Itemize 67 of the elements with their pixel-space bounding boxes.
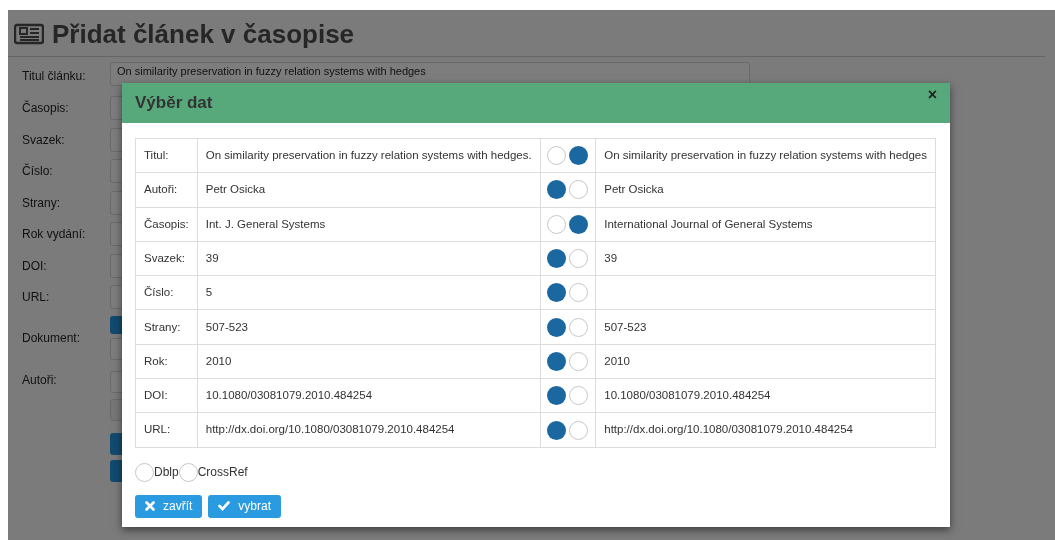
radio-button[interactable] xyxy=(547,420,567,440)
table-cell: On similarity preservation in fuzzy relation systems with hedges. xyxy=(197,138,541,173)
table-cell: Titul: xyxy=(135,138,198,173)
newspaper-icon xyxy=(14,23,44,45)
table-cell: On similarity preservation in fuzzy relation systems with hedges xyxy=(595,138,936,173)
field-label: Strany: xyxy=(22,194,61,212)
radio-button[interactable] xyxy=(547,180,567,200)
table-cell: 10.1080/03081079.2010.484254 xyxy=(595,378,936,413)
radio-label: Dblp xyxy=(154,464,179,482)
table-cell: Petr Osicka xyxy=(197,172,541,208)
field-label: Číslo: xyxy=(22,162,54,181)
table-cell: 39 xyxy=(595,241,936,276)
checkmark-icon xyxy=(218,501,231,512)
field-label: Časopis: xyxy=(22,99,70,118)
radio-button[interactable] xyxy=(547,146,567,166)
radio-button[interactable] xyxy=(569,283,589,303)
field-label: URL: xyxy=(22,289,51,307)
close-button[interactable]: × xyxy=(927,87,937,103)
radio-button[interactable] xyxy=(547,386,567,406)
dialog-title: Výběr dat xyxy=(135,92,213,115)
table-cell: Časopis: xyxy=(135,207,198,242)
table-cell: Int. J. General Systems xyxy=(197,207,541,242)
radio-button[interactable] xyxy=(569,317,589,337)
radio-label: CrossRef xyxy=(197,464,248,482)
table-cell: http://dx.doi.org/10.1080/03081079.2010.484254 xyxy=(595,412,936,448)
table-cell: http://dx.doi.org/10.1080/03081079.2010.484254 xyxy=(197,412,541,448)
table-cell: 39 xyxy=(197,241,541,276)
field-label: Dokument: xyxy=(22,330,82,347)
close-icon xyxy=(145,501,155,512)
table-cell: 507-523 xyxy=(197,310,541,345)
radio-button[interactable] xyxy=(569,386,589,406)
table-cell: Autoři: xyxy=(135,172,198,208)
table-cell: Číslo: xyxy=(135,275,198,310)
table-cell: 2010 xyxy=(595,344,936,379)
field-label: Rok vydání: xyxy=(22,226,87,244)
radio-button[interactable] xyxy=(547,214,567,234)
radio-button[interactable] xyxy=(569,214,589,234)
input-field[interactable]: On similarity preservation in fuzzy relation systems with hedges xyxy=(110,62,750,86)
table-cell: 507-523 xyxy=(595,310,936,345)
page-title: Přidat článek v časopise xyxy=(52,18,355,50)
table-cell: Svazek: xyxy=(135,241,198,276)
table-cell: DOI: xyxy=(135,378,198,413)
table-cell: International Journal of General Systems xyxy=(595,207,936,242)
radio-button[interactable] xyxy=(135,462,154,482)
table-cell: 2010 xyxy=(197,344,541,379)
radio-button[interactable] xyxy=(569,351,589,371)
select-button[interactable]: vybrat xyxy=(208,494,282,518)
table-cell: 5 xyxy=(197,275,541,310)
radio-button[interactable] xyxy=(547,283,567,303)
field-label: DOI: xyxy=(22,257,48,275)
radio-button[interactable] xyxy=(569,420,589,440)
radio-button[interactable] xyxy=(547,317,567,337)
close-button[interactable]: zavřít xyxy=(135,494,203,518)
radio-button[interactable] xyxy=(569,180,589,200)
radio-button[interactable] xyxy=(569,249,589,269)
radio-button[interactable] xyxy=(547,351,567,371)
radio-button[interactable] xyxy=(178,462,198,482)
table-cell: 10.1080/03081079.2010.484254 xyxy=(197,378,541,413)
table-cell: Strany: xyxy=(135,310,198,345)
field-label: Autoři: xyxy=(22,372,58,389)
field-label: Titul článku: xyxy=(22,68,87,85)
table-cell: URL: xyxy=(135,412,198,448)
table-cell: Petr Osicka xyxy=(595,172,936,208)
radio-button[interactable] xyxy=(569,146,589,166)
field-label: Svazek: xyxy=(22,131,66,149)
radio-button[interactable] xyxy=(547,249,567,269)
table-cell: Rok: xyxy=(135,344,198,379)
